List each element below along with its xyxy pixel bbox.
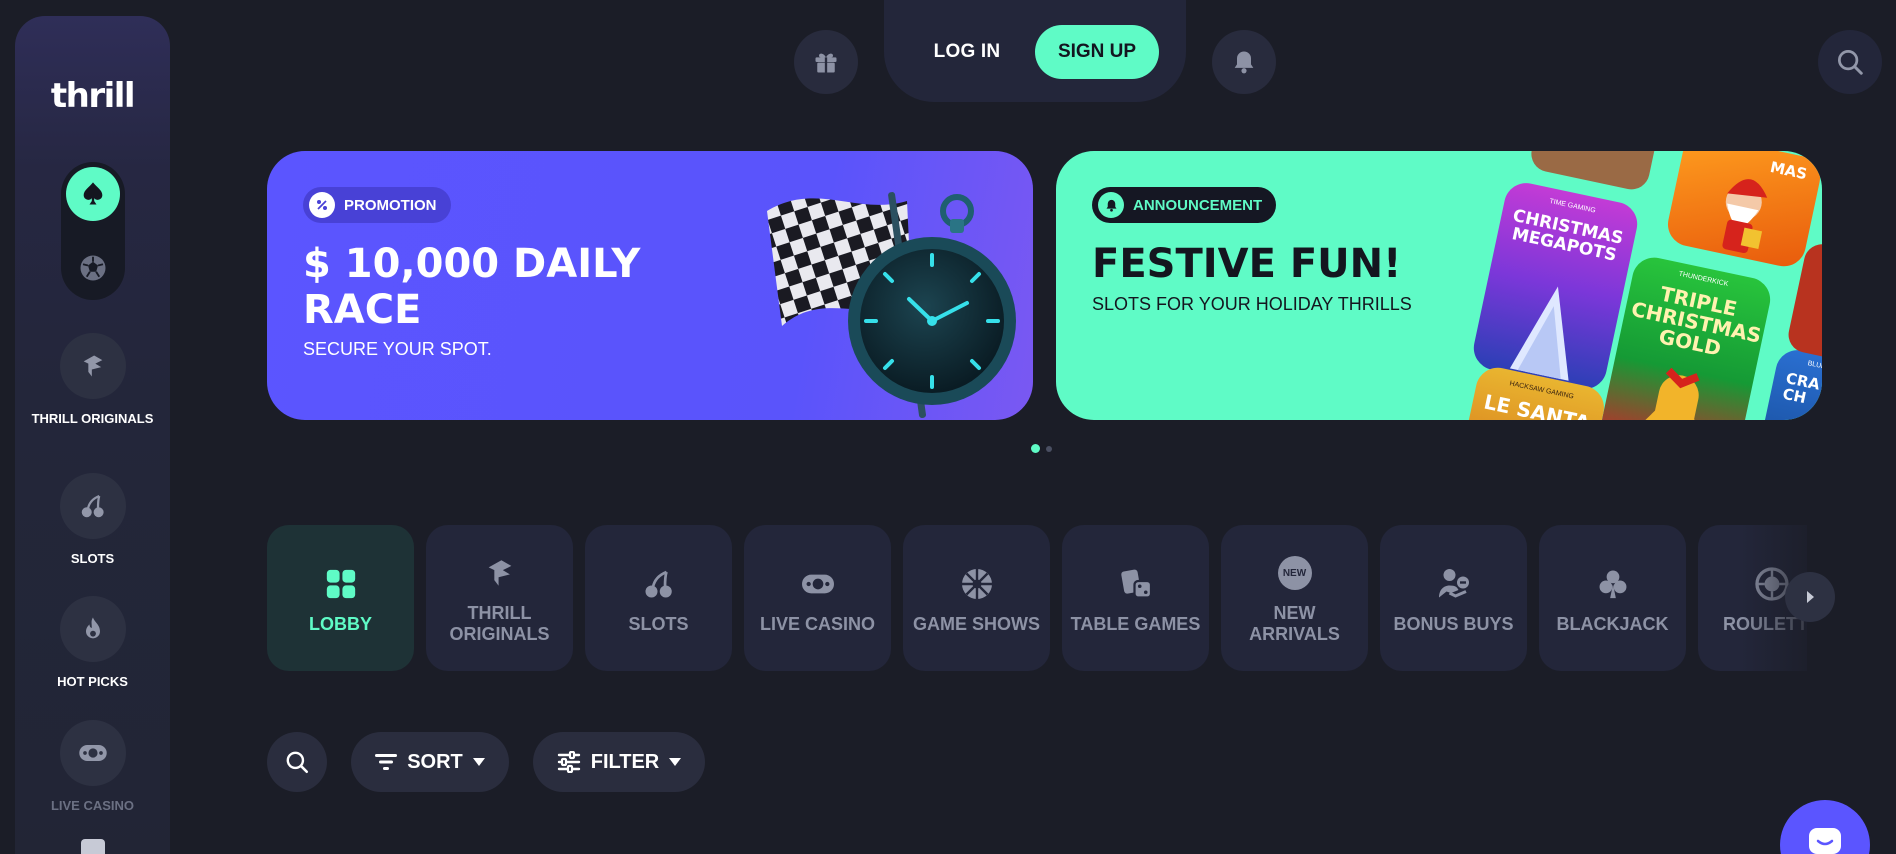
wheel-icon xyxy=(959,562,995,606)
support-chat-button[interactable] xyxy=(1780,800,1870,854)
sort-label: SORT xyxy=(407,750,463,773)
spade-icon xyxy=(83,182,103,205)
tab-label: THRILL ORIGINALS xyxy=(449,603,550,644)
tab-game-shows[interactable]: GAME SHOWS xyxy=(903,525,1050,671)
sidebar-item-label: SLOTS xyxy=(70,551,115,566)
tile-title: TRIPLE CHRISTMAS GOLD xyxy=(1629,281,1764,361)
cherries-icon xyxy=(81,494,104,518)
bell-icon xyxy=(1234,51,1254,74)
notifications-button[interactable] xyxy=(1212,30,1276,94)
football-icon xyxy=(80,255,106,281)
sidebar-item-partial-icon xyxy=(81,839,105,854)
tab-label: TABLE GAMES xyxy=(1070,613,1201,634)
tab-label: LIVE CASINO xyxy=(759,613,875,634)
search-icon xyxy=(1838,50,1863,75)
sidebar-icon-circle xyxy=(59,473,126,539)
sidebar-icon-circle xyxy=(59,720,126,786)
tab-label: NEW ARRIVALS xyxy=(1249,603,1340,644)
sidebar-item-hot-picks[interactable]: HOT PICKS xyxy=(15,596,170,690)
sort-button[interactable]: SORT xyxy=(351,732,509,792)
sidebar-item-label: HOT PICKS xyxy=(57,674,128,689)
new-badge-icon: NEW xyxy=(1277,551,1312,595)
chevron-right-icon xyxy=(1807,591,1814,603)
tab-thrill-originals[interactable]: THRILL ORIGINALS xyxy=(426,525,573,671)
sort-icon xyxy=(375,754,398,770)
sidebar-icon-circle xyxy=(59,596,126,662)
flame-icon xyxy=(85,617,100,639)
promotion-tag: PROMOTION xyxy=(303,187,451,223)
global-search-button[interactable] xyxy=(1818,30,1882,94)
sidebar-item-slots[interactable]: SLOTS xyxy=(15,473,170,567)
carousel-dot[interactable] xyxy=(1046,445,1052,452)
tab-label: LOBBY xyxy=(309,613,372,634)
gift-button[interactable] xyxy=(794,30,858,94)
new-badge-text: NEW xyxy=(1277,556,1312,590)
caret-down-icon xyxy=(669,758,682,766)
tab-label: BLACKJACK xyxy=(1556,613,1669,634)
chat-icon xyxy=(1809,828,1841,854)
tab-blackjack[interactable]: BLACKJACK xyxy=(1539,525,1686,671)
golden-bell-icon xyxy=(1644,367,1700,420)
bonus-buy-icon xyxy=(1436,562,1472,606)
gift-icon xyxy=(815,53,837,73)
promo-banner-daily-race[interactable]: PROMOTION $ 10,000 DAILY RACE SECURE YOU… xyxy=(267,151,1033,420)
tab-new-arrivals[interactable]: NEW NEW ARRIVALS xyxy=(1221,525,1368,671)
thrill-logo[interactable]: thrill xyxy=(15,76,170,116)
bell-icon xyxy=(1098,192,1124,218)
sidebar-item-live-casino[interactable]: LIVE CASINO xyxy=(15,720,170,814)
live-chip-icon xyxy=(799,562,837,606)
caret-down-icon xyxy=(472,758,485,766)
announcement-banner-festive-fun[interactable]: ANNOUNCEMENT FESTIVE FUN! SLOTS FOR YOUR… xyxy=(1056,151,1822,420)
originals-icon xyxy=(483,551,517,595)
announcement-tag: ANNOUNCEMENT xyxy=(1092,187,1277,223)
live-chip-icon xyxy=(78,745,107,761)
tag-label: PROMOTION xyxy=(344,196,437,214)
grid-icon xyxy=(324,562,358,606)
carousel-dot-active[interactable] xyxy=(1031,444,1040,453)
sidebar: thrill THRILL ORIGINALS SLOTS HOT PICKS … xyxy=(15,16,170,854)
casino-mode-button[interactable] xyxy=(66,167,120,221)
tile-title: CRA CH xyxy=(1781,369,1822,408)
tile-provider: BLUE xyxy=(1806,360,1822,371)
login-button[interactable]: LOG IN xyxy=(918,26,1016,78)
banner-title: $ 10,000 DAILY RACE xyxy=(303,241,641,333)
cherries-icon xyxy=(641,562,677,606)
mode-toggle[interactable] xyxy=(61,162,125,300)
carousel-dots xyxy=(1031,444,1052,453)
tab-label: ROULETTE xyxy=(1723,613,1807,634)
tag-label: ANNOUNCEMENT xyxy=(1133,196,1263,214)
sidebar-item-label: THRILL ORIGINALS xyxy=(31,411,154,426)
tab-slots[interactable]: SLOTS xyxy=(585,525,732,671)
club-icon xyxy=(1596,562,1630,606)
categories-next-button[interactable] xyxy=(1785,572,1835,622)
originals-icon xyxy=(83,355,102,377)
tab-lobby[interactable]: LOBBY xyxy=(267,525,414,671)
tab-label: SLOTS xyxy=(628,613,689,634)
banner-subtitle: SLOTS FOR YOUR HOLIDAY THRILLS xyxy=(1092,294,1412,314)
banner-subtitle: SECURE YOUR SPOT. xyxy=(303,339,492,359)
game-tile-right-partial: BLUE CRA CH xyxy=(1753,345,1822,420)
tab-label: BONUS BUYS xyxy=(1393,613,1514,634)
santa-icon xyxy=(1722,179,1768,254)
percent-icon xyxy=(309,192,335,218)
sidebar-icon-circle xyxy=(59,333,126,399)
sports-mode-button[interactable] xyxy=(66,241,120,295)
filter-button[interactable]: FILTER xyxy=(533,732,705,792)
banner-title: FESTIVE FUN! xyxy=(1092,241,1402,287)
race-flag-stopwatch-illustration xyxy=(767,192,1016,419)
sidebar-item-thrill-originals[interactable]: THRILL ORIGINALS xyxy=(15,333,170,427)
cards-dice-icon xyxy=(1118,562,1154,606)
sidebar-item-label: LIVE CASINO xyxy=(50,798,135,813)
tab-label: GAME SHOWS xyxy=(912,613,1040,634)
search-icon xyxy=(286,751,309,774)
category-tabs: LOBBY THRILL ORIGINALS SLOTS LIVE CASINO xyxy=(267,525,1807,671)
tab-bonus-buys[interactable]: BONUS BUYS xyxy=(1380,525,1527,671)
filter-label: FILTER xyxy=(590,750,660,773)
signup-button[interactable]: SIGN UP xyxy=(1035,25,1159,79)
tab-live-casino[interactable]: LIVE CASINO xyxy=(744,525,891,671)
tab-table-games[interactable]: TABLE GAMES xyxy=(1062,525,1209,671)
game-search-button[interactable] xyxy=(267,732,327,792)
game-tile-santa: MAS xyxy=(1663,151,1822,271)
filter-sliders-icon xyxy=(557,751,580,773)
